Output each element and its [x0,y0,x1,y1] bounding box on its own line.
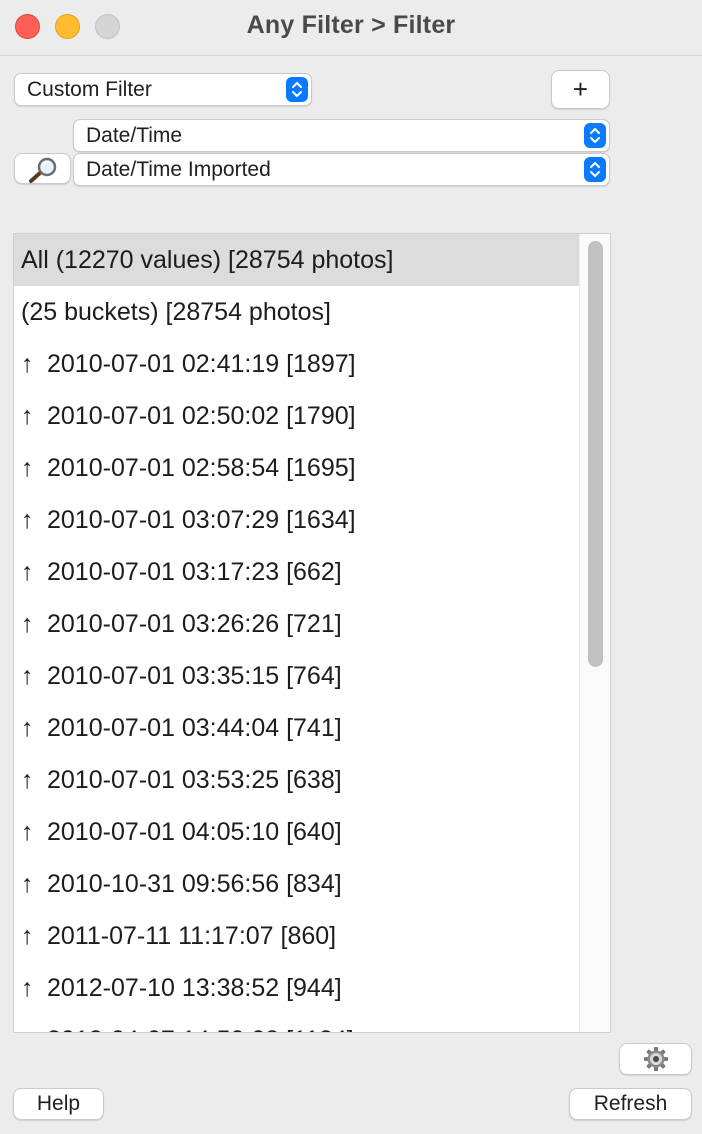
scrollbar[interactable] [579,234,610,1032]
field-name-label: Date/Time Imported [86,158,271,181]
sort-arrow-up-icon: ↑ [21,506,34,534]
sort-arrow-up-icon: ↑ [21,454,34,482]
list-row-label: 2010-07-01 04:05:10 [640] [47,818,342,846]
list-row-label: 2010-07-01 03:44:04 [741] [47,714,342,742]
list-row[interactable]: ↑ 2012-07-10 13:38:52 [944] [14,962,580,1014]
list-row[interactable]: ↑ 2010-07-01 03:53:25 [638] [14,754,580,806]
list-row[interactable]: ↑ 2010-07-01 03:44:04 [741] [14,702,580,754]
title-bar: Any Filter > Filter [0,0,702,56]
sort-arrow-up-icon: ↑ [21,402,34,430]
list-row-label: 2010-07-01 03:35:15 [764] [47,662,342,690]
search-button[interactable] [14,153,71,184]
field-name-popup[interactable]: Date/Time Imported [73,153,610,186]
list-row-label: (25 buckets) [28754 photos] [21,298,331,326]
add-filter-button[interactable]: + [551,70,610,109]
filter-menu-label: Custom Filter [27,78,152,101]
list-row[interactable]: ↑ 2010-07-01 03:17:23 [662] [14,546,580,598]
sort-arrow-up-icon: ↑ [21,350,34,378]
value-list[interactable]: ↑2013-04-07 14:50:08 [1124]↑2012-07-10 1… [13,233,611,1033]
list-row[interactable]: ↑2013-04-07 14:50:08 [1124] [14,1014,580,1032]
list-row-label: All (12270 values) [28754 photos] [21,246,394,274]
sort-arrow-up-icon: ↑ [21,818,34,846]
list-row-label: 2013-04-07 14:50:08 [1124] [47,1026,354,1032]
list-row[interactable]: (25 buckets) [28754 photos] [14,286,580,338]
sort-arrow-up-icon: ↑ [21,662,34,690]
list-row[interactable]: ↑ 2010-07-01 02:41:19 [1897] [14,338,580,390]
list-row-label: 2012-07-10 13:38:52 [944] [47,974,342,1002]
list-row-label: 2011-07-11 11:17:07 [860] [47,922,337,950]
list-row[interactable]: ↑ 2011-07-11 11:17:07 [860] [14,910,580,962]
list-row[interactable]: ↑ 2010-07-01 04:05:10 [640] [14,806,580,858]
scrollbar-thumb[interactable] [588,241,603,667]
sort-arrow-up-icon: ↑ [21,974,34,1002]
settings-button[interactable] [619,1043,692,1075]
sort-arrow-up-icon: ↑ [21,870,34,898]
list-row-label: 2010-07-01 02:41:19 [1897] [47,350,356,378]
popup-arrows-icon [584,123,606,148]
sort-arrow-up-icon: ↑ [21,610,34,638]
list-row-label: 2010-07-01 03:07:29 [1634] [47,506,356,534]
sort-arrow-up-icon: ↑ [21,766,34,794]
list-row[interactable]: ↑ 2010-07-01 03:35:15 [764] [14,650,580,702]
filter-menu-popup[interactable]: Custom Filter [14,73,312,106]
field-category-popup[interactable]: Date/Time [73,119,610,152]
list-row-label: 2010-10-31 09:56:56 [834] [47,870,342,898]
list-row[interactable]: ↑ 2010-07-01 02:50:02 [1790] [14,390,580,442]
list-row[interactable]: ↑ 2010-07-01 02:58:54 [1695] [14,442,580,494]
refresh-button[interactable]: Refresh [569,1088,692,1120]
list-row-label: 2010-07-01 02:58:54 [1695] [47,454,356,482]
list-row-label: 2010-07-01 03:26:26 [721] [47,610,342,638]
help-button[interactable]: Help [13,1088,104,1120]
sort-arrow-up-icon: ↑ [21,922,34,950]
list-row[interactable]: ↑ 2010-07-01 03:26:26 [721] [14,598,580,650]
list-row[interactable]: ↑ 2010-07-01 03:07:29 [1634] [14,494,580,546]
window-title: Any Filter > Filter [246,11,456,39]
list-row[interactable]: All (12270 values) [28754 photos] [14,234,580,286]
sort-arrow-up-icon: ↑ [21,558,34,586]
list-row[interactable]: ↑ 2010-10-31 09:56:56 [834] [14,858,580,910]
list-row-label: 2010-07-01 03:53:25 [638] [47,766,342,794]
popup-arrows-icon [584,157,606,182]
sort-arrow-up-icon: ↑ [21,714,34,742]
field-category-label: Date/Time [86,124,183,147]
popup-arrows-icon [286,77,308,102]
sort-arrow-up-icon: ↑ [21,1014,47,1032]
list-row-label: 2010-07-01 02:50:02 [1790] [47,402,356,430]
filter-window: Any Filter > Filter Custom Filter + Date… [0,0,702,1134]
list-row-label: 2010-07-01 03:17:23 [662] [47,558,342,586]
